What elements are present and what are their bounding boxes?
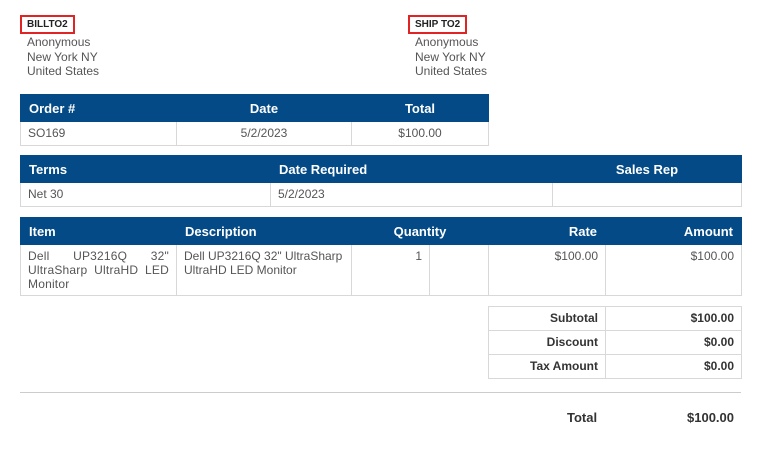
ship-to-country: United States <box>415 64 488 78</box>
date-required-header: Date Required <box>270 155 553 183</box>
table-row: SO169 5/2/2023 $100.00 <box>20 121 489 146</box>
order-total-cell: $100.00 <box>351 121 489 146</box>
subtotal-value: $100.00 <box>605 306 742 331</box>
divider <box>20 392 741 393</box>
ship-to-name: Anonymous <box>415 35 479 49</box>
total-value: $100.00 <box>687 410 734 425</box>
table-row: Net 30 5/2/2023 <box>20 182 742 207</box>
description-header: Description <box>176 217 352 245</box>
order-total-header: Total <box>351 94 489 122</box>
bill-to-country: United States <box>27 64 100 78</box>
tax-row: Tax Amount $0.00 <box>488 354 742 379</box>
amount-cell: $100.00 <box>605 244 743 296</box>
item-header: Item <box>20 217 177 245</box>
items-table: Item Description Quantity Rate Amount De… <box>20 217 743 296</box>
discount-row: Discount $0.00 <box>488 330 742 355</box>
item-cell: Dell UP3216Q 32" UltraSharp UltraHD LED … <box>20 244 177 296</box>
order-date-cell: 5/2/2023 <box>176 121 352 146</box>
quantity-cell: 1 <box>351 244 430 296</box>
discount-label: Discount <box>488 330 606 355</box>
order-date-header: Date <box>176 94 352 122</box>
sales-rep-header: Sales Rep <box>552 155 742 183</box>
rate-header: Rate <box>488 217 607 245</box>
bill-to-label: BILLTO2 <box>20 15 75 34</box>
ship-to-label: SHIP TO2 <box>408 15 468 34</box>
terms-table: Terms Date Required Sales Rep Net 30 5/2… <box>20 155 742 207</box>
totals-table: Subtotal $100.00 Discount $0.00 Tax Amou… <box>488 306 742 379</box>
tax-value: $0.00 <box>605 354 742 379</box>
items-header-row: Item Description Quantity Rate Amount <box>20 217 743 245</box>
tax-label: Tax Amount <box>488 354 606 379</box>
date-required-cell: 5/2/2023 <box>270 182 553 207</box>
description-cell: Dell UP3216Q 32" UltraSharp UltraHD LED … <box>176 244 352 296</box>
order-header-row: Order # Date Total <box>20 94 489 122</box>
subtotal-row: Subtotal $100.00 <box>488 306 742 331</box>
terms-cell: Net 30 <box>20 182 271 207</box>
extra-cell <box>428 244 490 296</box>
bill-to-block: BILLTO2 Anonymous New York NY United Sta… <box>20 15 99 79</box>
table-row: Dell UP3216Q 32" UltraSharp UltraHD LED … <box>20 244 743 296</box>
ship-to-city: New York NY <box>415 49 486 64</box>
order-number-header: Order # <box>20 94 177 122</box>
total-label: Total <box>567 410 598 425</box>
bill-to-city: New York NY <box>27 49 98 64</box>
amount-header: Amount <box>605 217 743 245</box>
order-number-cell: SO169 <box>20 121 177 146</box>
sales-rep-cell <box>552 182 742 207</box>
ship-to-block: SHIP TO2 Anonymous New York NY United St… <box>408 15 487 79</box>
bill-to-name: Anonymous <box>27 35 91 49</box>
order-table: Order # Date Total SO169 5/2/2023 $100.0… <box>20 94 489 146</box>
terms-header-row: Terms Date Required Sales Rep <box>20 155 742 183</box>
quantity-header: Quantity <box>350 217 490 245</box>
rate-cell: $100.00 <box>488 244 607 296</box>
terms-header: Terms <box>20 155 271 183</box>
subtotal-label: Subtotal <box>488 306 606 331</box>
discount-value: $0.00 <box>605 330 742 355</box>
